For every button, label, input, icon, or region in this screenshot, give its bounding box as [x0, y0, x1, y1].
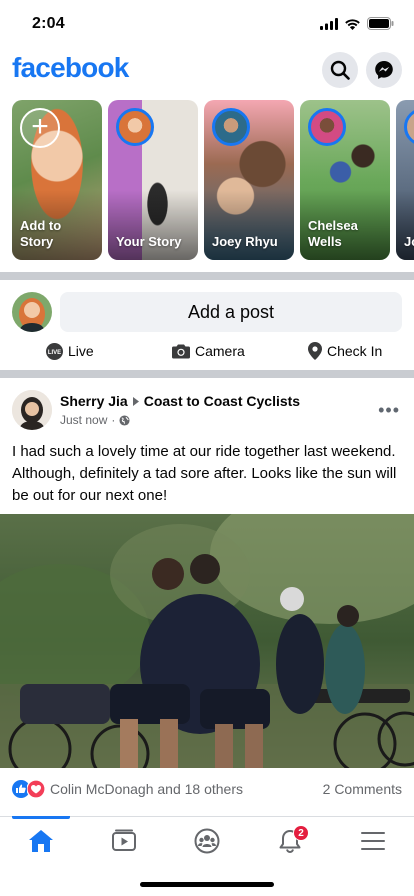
avatar	[116, 108, 154, 146]
more-options-icon[interactable]: •••	[378, 400, 400, 421]
add-post-input[interactable]: Add a post	[60, 292, 402, 332]
notification-badge: 2	[293, 825, 309, 841]
post-body-text: I had such a lovely time at our ride tog…	[12, 443, 397, 504]
avatar	[308, 108, 346, 146]
love-icon	[27, 780, 45, 798]
messenger-button[interactable]	[366, 52, 402, 88]
live-button[interactable]: LIVE Live	[46, 338, 94, 364]
active-tab-indicator	[12, 816, 70, 819]
reactions-summary[interactable]: Colin McDonagh and 18 others	[50, 781, 243, 797]
story-card-chelsea-wells[interactable]: Chelsea Wells	[300, 100, 390, 260]
story-label: Your Story	[116, 234, 182, 249]
post-meta: Just now ·	[60, 413, 130, 427]
battery-icon	[367, 17, 394, 30]
tab-watch[interactable]	[94, 823, 154, 859]
check-in-label: Check In	[327, 343, 383, 359]
live-label: Live	[68, 343, 94, 359]
section-divider	[0, 272, 414, 280]
post-timestamp[interactable]: Just now	[60, 413, 107, 427]
wifi-icon	[345, 18, 360, 30]
post-group-name[interactable]: Coast to Coast Cyclists	[144, 393, 300, 409]
story-card-joey-rhyu[interactable]: Joey Rhyu	[204, 100, 294, 260]
svg-text:LIVE: LIVE	[48, 350, 61, 356]
post-author-name[interactable]: Sherry Jia	[60, 393, 128, 409]
story-label: Chelsea Wells	[308, 218, 358, 249]
tab-groups[interactable]	[177, 823, 237, 859]
avatar	[212, 108, 250, 146]
comments-count[interactable]: 2 Comments	[323, 781, 402, 797]
live-icon: LIVE	[46, 342, 63, 360]
post-author-avatar[interactable]	[12, 390, 52, 430]
groups-icon	[194, 828, 220, 854]
story-label: Add to Story	[20, 218, 62, 249]
home-indicator[interactable]	[140, 882, 274, 887]
cyclists-hugging-photo	[0, 514, 414, 768]
search-button[interactable]	[322, 52, 358, 88]
tab-notifications[interactable]: 2	[260, 823, 320, 859]
composer-actions: LIVE Live Camera Check In	[0, 338, 414, 364]
globe-icon	[119, 414, 130, 426]
tab-menu[interactable]	[343, 823, 403, 859]
story-card-add[interactable]: + Add to Story	[12, 100, 102, 260]
reactions-bar: Colin McDonagh and 18 others 2 Comments	[0, 778, 414, 800]
caret-right-icon	[132, 396, 139, 406]
camera-label: Camera	[195, 343, 245, 359]
check-in-button[interactable]: Check In	[308, 338, 382, 364]
stories-tray[interactable]: + Add to Story Your Story Joey Rhyu Chel…	[12, 100, 414, 260]
home-icon	[29, 830, 53, 852]
messenger-icon	[375, 61, 393, 79]
post-header: Sherry Jia Coast to Coast Cyclists	[60, 393, 300, 409]
avatar[interactable]	[12, 292, 52, 332]
facebook-logo[interactable]: facebook	[12, 52, 129, 84]
avatar-photo	[12, 390, 52, 430]
cellular-signal-icon	[320, 17, 338, 30]
location-pin-icon	[308, 342, 322, 360]
meta-separator: ·	[111, 413, 116, 427]
post-photo[interactable]	[0, 514, 414, 768]
camera-button[interactable]: Camera	[172, 338, 245, 364]
app-header: facebook	[0, 48, 414, 92]
status-time: 2:04	[32, 15, 65, 32]
story-label: Joey Rhyu	[212, 234, 278, 249]
avatar-photo	[12, 292, 52, 332]
camera-icon	[172, 344, 190, 359]
watch-icon	[112, 829, 136, 851]
search-icon	[330, 60, 350, 80]
reaction-icons[interactable]	[12, 780, 45, 798]
story-card-your-story[interactable]: Your Story	[108, 100, 198, 260]
status-icons	[320, 17, 394, 30]
section-divider	[0, 370, 414, 378]
story-label: Jo La	[404, 234, 414, 249]
status-bar: 2:04	[0, 0, 414, 48]
story-card-partial[interactable]: Jo La	[396, 100, 414, 260]
tab-home[interactable]	[11, 823, 71, 859]
menu-icon	[361, 832, 385, 850]
add-story-icon[interactable]: +	[20, 108, 60, 148]
